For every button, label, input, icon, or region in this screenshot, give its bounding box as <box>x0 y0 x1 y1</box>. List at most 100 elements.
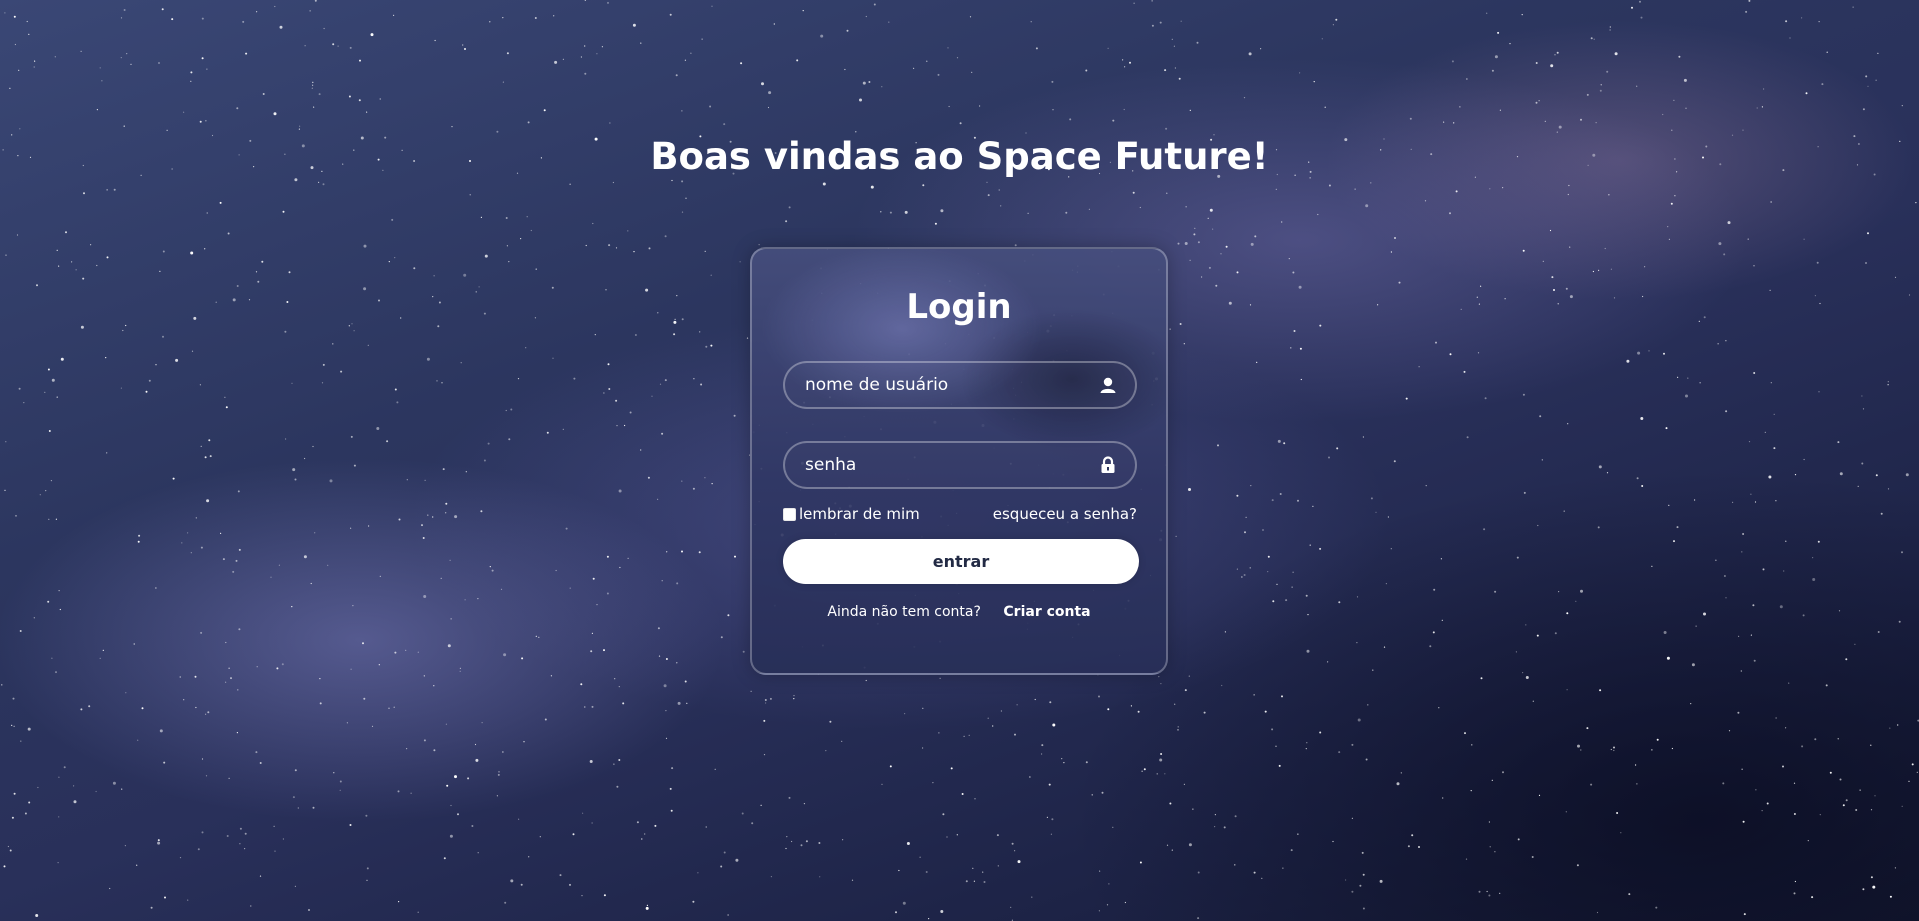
star <box>459 667 461 669</box>
star <box>673 333 676 336</box>
password-input[interactable] <box>805 443 1085 487</box>
star <box>1678 55 1681 58</box>
star <box>1017 860 1021 864</box>
star <box>670 809 673 812</box>
star <box>698 551 701 554</box>
star <box>1812 557 1814 559</box>
star <box>155 587 157 589</box>
star <box>1793 892 1796 895</box>
star <box>1737 711 1740 714</box>
star <box>36 284 38 287</box>
star <box>589 760 593 763</box>
star <box>274 5 276 8</box>
star <box>432 296 434 298</box>
star <box>1051 818 1054 821</box>
star <box>796 59 799 62</box>
star <box>309 10 311 12</box>
star <box>1819 302 1821 305</box>
star <box>1821 83 1824 86</box>
star <box>450 618 452 620</box>
star <box>1112 119 1115 122</box>
star <box>1577 744 1580 748</box>
remember-me[interactable]: lembrar de mim <box>783 505 920 523</box>
star <box>24 812 27 815</box>
star <box>746 337 749 339</box>
star <box>906 842 910 845</box>
star <box>1550 64 1554 68</box>
star <box>584 45 586 47</box>
star <box>1319 324 1322 327</box>
star <box>28 801 31 804</box>
star <box>1610 268 1612 270</box>
username-input[interactable] <box>805 363 1085 407</box>
star <box>1185 206 1187 208</box>
star <box>80 325 84 329</box>
star <box>1443 121 1445 123</box>
star <box>1523 491 1526 494</box>
star <box>332 43 335 46</box>
star <box>1738 635 1740 637</box>
remember-me-checkbox[interactable] <box>783 507 796 521</box>
star <box>1396 782 1400 786</box>
star <box>219 201 222 204</box>
star <box>322 183 325 186</box>
star <box>1609 29 1611 31</box>
star <box>96 109 98 111</box>
star <box>594 334 596 336</box>
star <box>1281 221 1283 223</box>
star <box>520 238 522 240</box>
create-account-link[interactable]: Criar conta <box>1003 604 1090 620</box>
star <box>255 271 258 273</box>
star <box>339 780 342 783</box>
star <box>1567 423 1569 425</box>
star <box>5 254 7 256</box>
star <box>88 705 91 708</box>
star <box>1522 393 1525 396</box>
star <box>1805 92 1808 95</box>
login-button[interactable]: entrar <box>783 539 1139 584</box>
star <box>1802 614 1805 617</box>
star <box>319 678 321 680</box>
forgot-password-link[interactable]: esqueceu a senha? <box>993 505 1137 523</box>
star <box>1606 472 1609 474</box>
star <box>1393 460 1396 463</box>
star <box>286 301 289 303</box>
star <box>508 261 510 263</box>
star <box>386 440 389 443</box>
star <box>1536 634 1539 637</box>
star <box>727 614 730 617</box>
star <box>1770 201 1772 203</box>
star <box>1193 233 1196 236</box>
star <box>1631 6 1633 9</box>
star <box>1034 698 1036 701</box>
star <box>398 518 401 521</box>
star <box>1788 682 1790 684</box>
star <box>237 490 240 493</box>
star <box>349 46 352 49</box>
star <box>1812 578 1816 581</box>
star <box>363 244 367 248</box>
star <box>1357 718 1361 722</box>
star <box>1214 814 1216 816</box>
star <box>971 71 973 73</box>
star <box>1477 352 1480 354</box>
star <box>122 329 124 332</box>
star <box>1752 604 1755 607</box>
star <box>686 702 688 704</box>
star <box>1375 511 1377 513</box>
star <box>1522 249 1525 252</box>
star <box>1845 799 1848 802</box>
star <box>1164 69 1167 72</box>
star <box>770 876 773 878</box>
star <box>1489 188 1491 190</box>
star <box>1250 242 1254 246</box>
star <box>238 628 241 631</box>
star <box>1535 62 1538 64</box>
star <box>1600 84 1602 86</box>
star <box>1651 749 1653 751</box>
star <box>1516 556 1519 559</box>
star <box>137 540 140 543</box>
star <box>423 675 425 677</box>
star <box>1272 600 1275 603</box>
star <box>1651 565 1653 567</box>
